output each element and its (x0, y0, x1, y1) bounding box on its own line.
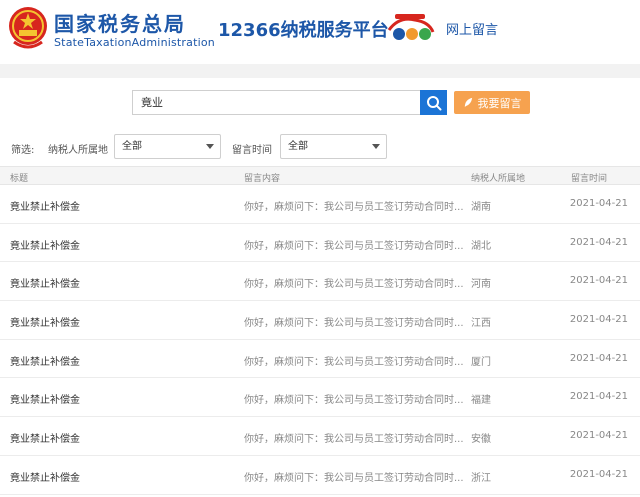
row-title[interactable]: 竟业禁止补偿金 (10, 353, 80, 368)
table-header: 标题 留言内容 纳税人所属地 留言时间 (0, 166, 640, 185)
row-date: 2021-04-21 (569, 468, 628, 480)
search-icon (426, 95, 441, 110)
table-row[interactable]: 竟业禁止补偿金 你好，麻烦问下：我公司与员工签订劳动合同时... 厦门 2021… (0, 340, 640, 379)
row-region: 湖南 (471, 202, 491, 213)
row-title[interactable]: 竟业禁止补偿金 (10, 237, 80, 252)
row-content: 你好，麻烦问下：我公司与员工签订劳动合同时... (244, 202, 464, 213)
row-region: 湖北 (471, 240, 491, 252)
row-title[interactable]: 竟业禁止补偿金 (10, 469, 80, 484)
region-select-value: 全部 (122, 141, 142, 152)
row-region: 河南 (471, 279, 491, 291)
row-region: 江西 (471, 318, 491, 330)
time-select[interactable]: 全部 (280, 134, 387, 159)
row-region: 浙江 (471, 472, 491, 484)
chevron-down-icon (372, 144, 380, 149)
row-content: 你好，麻烦问下：我公司与员工签订劳动合同时... (244, 279, 464, 291)
row-title[interactable]: 竟业禁止补偿金 (10, 430, 80, 445)
header-content: 留言内容 (244, 174, 281, 184)
row-region: 厦门 (471, 356, 491, 368)
leaf-pen-icon (464, 97, 472, 108)
platform-title: 12366纳税服务平台 (218, 20, 389, 41)
row-title[interactable]: 竟业禁止补偿金 (10, 391, 80, 406)
post-message-button[interactable]: 我要留言 (454, 91, 530, 114)
table-row[interactable]: 竟业禁止补偿金 你好，麻烦问下：我公司与员工签订劳动合同时... 安徽 2021… (0, 417, 640, 456)
row-content: 你好，麻烦问下：我公司与员工签订劳动合同时... (244, 395, 464, 407)
row-region: 福建 (471, 395, 491, 407)
row-date: 2021-04-21 (569, 391, 628, 403)
table-row[interactable]: 竟业禁止补偿金 你好，麻烦问下：我公司与员工签订劳动合同时... 湖南 2021… (0, 185, 640, 224)
row-content: 你好，麻烦问下：我公司与员工签订劳动合同时... (244, 472, 464, 484)
table-row[interactable]: 竟业禁止补偿金 你好，麻烦问下：我公司与员工签订劳动合同时... 福建 2021… (0, 378, 640, 418)
row-content: 你好，麻烦问下：我公司与员工签订劳动合同时... (244, 434, 464, 446)
row-content: 你好，麻烦问下：我公司与员工签订劳动合同时... (244, 356, 464, 368)
national-emblem-icon (9, 7, 47, 49)
row-date: 2021-04-21 (569, 352, 628, 364)
search-input[interactable]: 竟业 (132, 90, 420, 115)
header-title: 标题 (10, 174, 29, 184)
filter-label: 筛选: (11, 145, 35, 156)
region-select[interactable]: 全部 (114, 134, 221, 159)
row-content: 你好，麻烦问下：我公司与员工签订劳动合同时... (244, 318, 464, 330)
row-region: 安徽 (471, 434, 491, 446)
table-row[interactable]: 竟业禁止补偿金 你好，麻烦问下：我公司与员工签订劳动合同时... 湖北 2021… (0, 224, 640, 263)
row-date: 2021-04-21 (569, 314, 628, 326)
row-date: 2021-04-21 (569, 236, 628, 248)
header-date: 留言时间 (571, 174, 608, 184)
site-header: 国家税务总局 StateTaxationAdministration 12366… (0, 0, 640, 64)
section-title[interactable]: 网上留言 (446, 19, 498, 38)
header-region: 纳税人所属地 (471, 174, 526, 184)
brand-name-en: StateTaxationAdministration (54, 36, 215, 49)
message-table: 标题 留言内容 纳税人所属地 留言时间 竟业禁止补偿金 你好，麻烦问下：我公司与… (0, 166, 640, 495)
time-select-value: 全部 (288, 141, 308, 152)
time-filter-label: 留言时间 (232, 145, 272, 156)
row-date: 2021-04-21 (569, 430, 628, 442)
post-message-label: 我要留言 (477, 96, 522, 110)
row-title[interactable]: 竟业禁止补偿金 (10, 198, 80, 213)
row-date: 2021-04-21 (569, 198, 628, 209)
brand-name-cn: 国家税务总局 (54, 12, 186, 36)
platform-logo-icon (387, 14, 435, 40)
table-row[interactable]: 竟业禁止补偿金 你好，麻烦问下：我公司与员工签订劳动合同时... 浙江 2021… (0, 456, 640, 495)
row-title[interactable]: 竟业禁止补偿金 (10, 314, 80, 329)
row-content: 你好，麻烦问下：我公司与员工签订劳动合同时... (244, 240, 464, 252)
table-row[interactable]: 竟业禁止补偿金 你好，麻烦问下：我公司与员工签订劳动合同时... 河南 2021… (0, 262, 640, 302)
chevron-down-icon (206, 144, 214, 149)
search-button[interactable] (420, 90, 447, 115)
region-filter-label: 纳税人所属地 (48, 145, 108, 156)
header-divider (0, 64, 640, 78)
table-row[interactable]: 竟业禁止补偿金 你好，麻烦问下：我公司与员工签订劳动合同时... 江西 2021… (0, 301, 640, 340)
row-title[interactable]: 竟业禁止补偿金 (10, 275, 80, 290)
row-date: 2021-04-21 (569, 275, 628, 287)
